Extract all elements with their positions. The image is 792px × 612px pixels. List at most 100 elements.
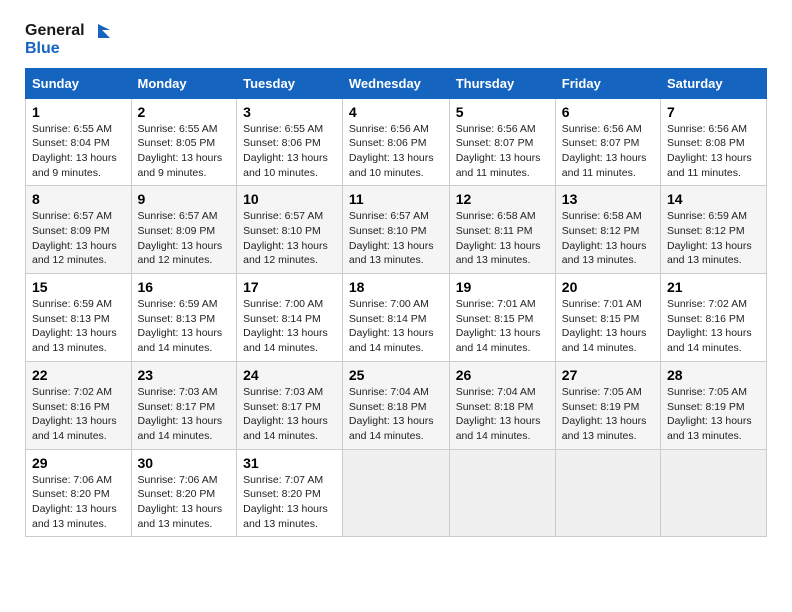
day-number: 25	[349, 367, 443, 383]
calendar-cell: 1 Sunrise: 6:55 AMSunset: 8:04 PMDayligh…	[26, 98, 132, 186]
day-info: Sunrise: 7:02 AMSunset: 8:16 PMDaylight:…	[32, 385, 125, 444]
day-number: 17	[243, 279, 336, 295]
calendar-cell: 13 Sunrise: 6:58 AMSunset: 8:12 PMDaylig…	[555, 186, 660, 274]
day-number: 21	[667, 279, 760, 295]
calendar-cell: 28 Sunrise: 7:05 AMSunset: 8:19 PMDaylig…	[660, 361, 766, 449]
calendar-cell: 11 Sunrise: 6:57 AMSunset: 8:10 PMDaylig…	[342, 186, 449, 274]
day-number: 19	[456, 279, 549, 295]
day-number: 11	[349, 191, 443, 207]
day-number: 12	[456, 191, 549, 207]
week-row-2: 8 Sunrise: 6:57 AMSunset: 8:09 PMDayligh…	[26, 186, 767, 274]
day-number: 4	[349, 104, 443, 120]
header-day-monday: Monday	[131, 68, 237, 98]
day-number: 26	[456, 367, 549, 383]
day-number: 16	[138, 279, 231, 295]
day-number: 28	[667, 367, 760, 383]
calendar-header-row: SundayMondayTuesdayWednesdayThursdayFrid…	[26, 68, 767, 98]
calendar-cell: 3 Sunrise: 6:55 AMSunset: 8:06 PMDayligh…	[237, 98, 343, 186]
calendar-cell: 23 Sunrise: 7:03 AMSunset: 8:17 PMDaylig…	[131, 361, 237, 449]
day-number: 23	[138, 367, 231, 383]
day-info: Sunrise: 7:06 AMSunset: 8:20 PMDaylight:…	[138, 473, 231, 532]
calendar-cell: 19 Sunrise: 7:01 AMSunset: 8:15 PMDaylig…	[449, 274, 555, 362]
logo-general: General	[25, 22, 85, 40]
day-number: 10	[243, 191, 336, 207]
day-info: Sunrise: 7:05 AMSunset: 8:19 PMDaylight:…	[667, 385, 760, 444]
day-info: Sunrise: 6:59 AMSunset: 8:12 PMDaylight:…	[667, 209, 760, 268]
day-number: 1	[32, 104, 125, 120]
header-day-thursday: Thursday	[449, 68, 555, 98]
day-info: Sunrise: 7:06 AMSunset: 8:20 PMDaylight:…	[32, 473, 125, 532]
day-info: Sunrise: 7:07 AMSunset: 8:20 PMDaylight:…	[243, 473, 336, 532]
day-number: 27	[562, 367, 654, 383]
header-day-saturday: Saturday	[660, 68, 766, 98]
logo-bird-icon	[88, 20, 110, 42]
calendar-cell: 5 Sunrise: 6:56 AMSunset: 8:07 PMDayligh…	[449, 98, 555, 186]
calendar-cell: 18 Sunrise: 7:00 AMSunset: 8:14 PMDaylig…	[342, 274, 449, 362]
day-info: Sunrise: 7:02 AMSunset: 8:16 PMDaylight:…	[667, 297, 760, 356]
logo-blue: Blue	[25, 40, 110, 58]
week-row-5: 29 Sunrise: 7:06 AMSunset: 8:20 PMDaylig…	[26, 449, 767, 537]
day-info: Sunrise: 7:03 AMSunset: 8:17 PMDaylight:…	[138, 385, 231, 444]
day-info: Sunrise: 6:57 AMSunset: 8:09 PMDaylight:…	[138, 209, 231, 268]
day-number: 30	[138, 455, 231, 471]
day-number: 18	[349, 279, 443, 295]
calendar-cell: 24 Sunrise: 7:03 AMSunset: 8:17 PMDaylig…	[237, 361, 343, 449]
calendar-cell: 9 Sunrise: 6:57 AMSunset: 8:09 PMDayligh…	[131, 186, 237, 274]
day-number: 14	[667, 191, 760, 207]
day-info: Sunrise: 7:05 AMSunset: 8:19 PMDaylight:…	[562, 385, 654, 444]
calendar-cell	[660, 449, 766, 537]
day-info: Sunrise: 7:01 AMSunset: 8:15 PMDaylight:…	[562, 297, 654, 356]
calendar-cell	[449, 449, 555, 537]
day-info: Sunrise: 6:55 AMSunset: 8:06 PMDaylight:…	[243, 122, 336, 181]
week-row-4: 22 Sunrise: 7:02 AMSunset: 8:16 PMDaylig…	[26, 361, 767, 449]
day-info: Sunrise: 6:56 AMSunset: 8:07 PMDaylight:…	[456, 122, 549, 181]
day-number: 15	[32, 279, 125, 295]
calendar-cell: 27 Sunrise: 7:05 AMSunset: 8:19 PMDaylig…	[555, 361, 660, 449]
day-info: Sunrise: 6:55 AMSunset: 8:05 PMDaylight:…	[138, 122, 231, 181]
calendar-cell: 8 Sunrise: 6:57 AMSunset: 8:09 PMDayligh…	[26, 186, 132, 274]
calendar-cell: 2 Sunrise: 6:55 AMSunset: 8:05 PMDayligh…	[131, 98, 237, 186]
day-number: 20	[562, 279, 654, 295]
header-day-tuesday: Tuesday	[237, 68, 343, 98]
calendar-cell: 29 Sunrise: 7:06 AMSunset: 8:20 PMDaylig…	[26, 449, 132, 537]
calendar-cell: 21 Sunrise: 7:02 AMSunset: 8:16 PMDaylig…	[660, 274, 766, 362]
day-number: 8	[32, 191, 125, 207]
calendar-cell: 17 Sunrise: 7:00 AMSunset: 8:14 PMDaylig…	[237, 274, 343, 362]
week-row-1: 1 Sunrise: 6:55 AMSunset: 8:04 PMDayligh…	[26, 98, 767, 186]
day-number: 9	[138, 191, 231, 207]
day-info: Sunrise: 7:03 AMSunset: 8:17 PMDaylight:…	[243, 385, 336, 444]
day-number: 31	[243, 455, 336, 471]
day-number: 3	[243, 104, 336, 120]
day-info: Sunrise: 6:56 AMSunset: 8:07 PMDaylight:…	[562, 122, 654, 181]
day-info: Sunrise: 6:56 AMSunset: 8:08 PMDaylight:…	[667, 122, 760, 181]
calendar-cell: 16 Sunrise: 6:59 AMSunset: 8:13 PMDaylig…	[131, 274, 237, 362]
day-info: Sunrise: 7:00 AMSunset: 8:14 PMDaylight:…	[243, 297, 336, 356]
day-info: Sunrise: 7:04 AMSunset: 8:18 PMDaylight:…	[349, 385, 443, 444]
day-info: Sunrise: 6:58 AMSunset: 8:11 PMDaylight:…	[456, 209, 549, 268]
calendar-cell: 30 Sunrise: 7:06 AMSunset: 8:20 PMDaylig…	[131, 449, 237, 537]
day-info: Sunrise: 6:57 AMSunset: 8:10 PMDaylight:…	[243, 209, 336, 268]
day-info: Sunrise: 7:01 AMSunset: 8:15 PMDaylight:…	[456, 297, 549, 356]
page-header: General Blue	[25, 20, 767, 58]
calendar-cell: 22 Sunrise: 7:02 AMSunset: 8:16 PMDaylig…	[26, 361, 132, 449]
calendar-body: 1 Sunrise: 6:55 AMSunset: 8:04 PMDayligh…	[26, 98, 767, 537]
day-info: Sunrise: 6:58 AMSunset: 8:12 PMDaylight:…	[562, 209, 654, 268]
calendar-cell: 6 Sunrise: 6:56 AMSunset: 8:07 PMDayligh…	[555, 98, 660, 186]
calendar-cell: 10 Sunrise: 6:57 AMSunset: 8:10 PMDaylig…	[237, 186, 343, 274]
calendar-cell: 31 Sunrise: 7:07 AMSunset: 8:20 PMDaylig…	[237, 449, 343, 537]
calendar-table: SundayMondayTuesdayWednesdayThursdayFrid…	[25, 68, 767, 538]
day-number: 7	[667, 104, 760, 120]
header-day-friday: Friday	[555, 68, 660, 98]
calendar-cell: 14 Sunrise: 6:59 AMSunset: 8:12 PMDaylig…	[660, 186, 766, 274]
day-info: Sunrise: 6:55 AMSunset: 8:04 PMDaylight:…	[32, 122, 125, 181]
day-info: Sunrise: 6:57 AMSunset: 8:09 PMDaylight:…	[32, 209, 125, 268]
day-number: 5	[456, 104, 549, 120]
header-day-wednesday: Wednesday	[342, 68, 449, 98]
logo-text: General Blue	[25, 20, 110, 58]
day-info: Sunrise: 6:59 AMSunset: 8:13 PMDaylight:…	[138, 297, 231, 356]
calendar-cell: 26 Sunrise: 7:04 AMSunset: 8:18 PMDaylig…	[449, 361, 555, 449]
calendar-cell	[555, 449, 660, 537]
calendar-cell	[342, 449, 449, 537]
calendar-cell: 12 Sunrise: 6:58 AMSunset: 8:11 PMDaylig…	[449, 186, 555, 274]
day-info: Sunrise: 6:57 AMSunset: 8:10 PMDaylight:…	[349, 209, 443, 268]
